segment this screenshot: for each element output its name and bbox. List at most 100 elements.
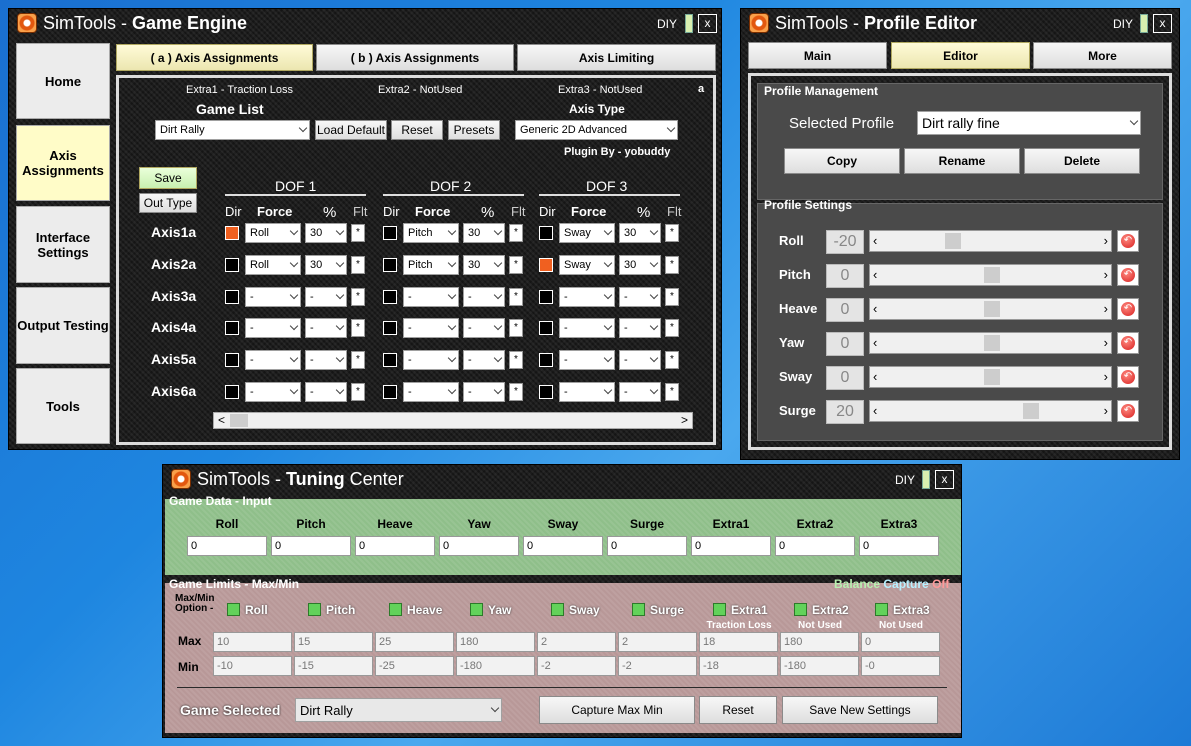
nav-axis-assignments-button[interactable]: Axis Assignments <box>16 125 110 201</box>
direction-checkbox[interactable] <box>383 226 397 240</box>
percent-select[interactable]: 30 <box>463 255 505 275</box>
axis-type-select[interactable]: Generic 2D Advanced <box>515 120 678 140</box>
engine-titlebar[interactable]: SimTools - Game Engine DIY x <box>9 9 721 39</box>
direction-checkbox[interactable] <box>539 226 553 240</box>
max-value-roll[interactable]: 10 <box>213 632 292 652</box>
limit-checkbox-surge[interactable] <box>632 603 645 616</box>
max-value-heave[interactable]: 25 <box>375 632 454 652</box>
min-value-heave[interactable]: -25 <box>375 656 454 676</box>
slider-reset-button[interactable]: ↶ <box>1117 264 1139 286</box>
scroll-thumb[interactable] <box>230 414 248 427</box>
force-select[interactable]: - <box>245 382 301 402</box>
tab-more[interactable]: More <box>1033 42 1172 69</box>
force-select[interactable]: - <box>403 350 459 370</box>
slider-surge[interactable]: ‹ › <box>869 400 1112 422</box>
tuning-reset-button[interactable]: Reset <box>699 696 777 724</box>
min-value-extra2[interactable]: -180 <box>780 656 859 676</box>
nav-output-testing-button[interactable]: Output Testing <box>16 287 110 364</box>
percent-select[interactable]: - <box>305 350 347 370</box>
out-type-button[interactable]: Out Type <box>139 193 197 213</box>
slider-left-arrow-icon[interactable]: ‹ <box>873 267 877 282</box>
slider-reset-button[interactable]: ↶ <box>1117 400 1139 422</box>
percent-select[interactable]: - <box>619 382 661 402</box>
slider-right-arrow-icon[interactable]: › <box>1104 267 1108 282</box>
filter-button[interactable]: * <box>665 383 679 401</box>
direction-checkbox[interactable] <box>225 353 239 367</box>
filter-button[interactable]: * <box>509 288 523 306</box>
game-list-select[interactable]: Dirt Rally <box>155 120 310 140</box>
copy-button[interactable]: Copy <box>784 148 900 174</box>
filter-button[interactable]: * <box>351 288 365 306</box>
input-value-heave[interactable]: 0 <box>355 536 435 556</box>
limit-checkbox-extra1[interactable] <box>713 603 726 616</box>
max-value-extra3[interactable]: 0 <box>861 632 940 652</box>
direction-checkbox[interactable] <box>383 385 397 399</box>
percent-select[interactable]: - <box>463 287 505 307</box>
max-value-pitch[interactable]: 15 <box>294 632 373 652</box>
slider-sway[interactable]: ‹ › <box>869 366 1112 388</box>
force-select[interactable]: - <box>245 350 301 370</box>
capture-max-min-button[interactable]: Capture Max Min <box>539 696 695 724</box>
direction-checkbox[interactable] <box>225 226 239 240</box>
direction-checkbox[interactable] <box>539 353 553 367</box>
force-select[interactable]: Pitch <box>403 255 459 275</box>
percent-select[interactable]: - <box>619 318 661 338</box>
percent-select[interactable]: 30 <box>305 255 347 275</box>
tab-main[interactable]: Main <box>748 42 887 69</box>
tuning-titlebar[interactable]: SimTools - Tuning Center DIY x <box>163 465 961 493</box>
limit-checkbox-sway[interactable] <box>551 603 564 616</box>
direction-checkbox[interactable] <box>539 385 553 399</box>
slider-yaw[interactable]: ‹ › <box>869 332 1112 354</box>
slider-thumb[interactable] <box>983 335 1000 351</box>
force-select[interactable]: - <box>245 318 301 338</box>
slider-right-arrow-icon[interactable]: › <box>1104 369 1108 384</box>
filter-button[interactable]: * <box>351 319 365 337</box>
force-select[interactable]: - <box>403 382 459 402</box>
percent-select[interactable]: - <box>619 287 661 307</box>
limit-checkbox-yaw[interactable] <box>470 603 483 616</box>
tab-axis-assignments-a[interactable]: ( a ) Axis Assignments <box>116 44 313 71</box>
direction-checkbox[interactable] <box>383 353 397 367</box>
filter-button[interactable]: * <box>351 351 365 369</box>
slider-heave[interactable]: ‹ › <box>869 298 1112 320</box>
slider-right-arrow-icon[interactable]: › <box>1104 301 1108 316</box>
filter-button[interactable]: * <box>509 224 523 242</box>
input-value-yaw[interactable]: 0 <box>439 536 519 556</box>
percent-select[interactable]: - <box>619 350 661 370</box>
slider-left-arrow-icon[interactable]: ‹ <box>873 335 877 350</box>
limit-checkbox-heave[interactable] <box>389 603 402 616</box>
percent-select[interactable]: 30 <box>619 223 661 243</box>
min-value-pitch[interactable]: -15 <box>294 656 373 676</box>
force-select[interactable]: - <box>559 382 615 402</box>
input-value-extra2[interactable]: 0 <box>775 536 855 556</box>
direction-checkbox[interactable] <box>539 321 553 335</box>
tab-axis-assignments-b[interactable]: ( b ) Axis Assignments <box>316 44 514 71</box>
force-select[interactable]: Sway <box>559 223 615 243</box>
profile-titlebar[interactable]: SimTools - Profile Editor DIY x <box>741 9 1179 39</box>
percent-select[interactable]: - <box>463 350 505 370</box>
input-value-sway[interactable]: 0 <box>523 536 603 556</box>
percent-select[interactable]: - <box>463 382 505 402</box>
min-value-roll[interactable]: -10 <box>213 656 292 676</box>
input-value-roll[interactable]: 0 <box>187 536 267 556</box>
delete-button[interactable]: Delete <box>1024 148 1140 174</box>
tab-axis-limiting[interactable]: Axis Limiting <box>517 44 716 71</box>
engine-close-button[interactable]: x <box>698 14 717 33</box>
direction-checkbox[interactable] <box>539 290 553 304</box>
percent-select[interactable]: 30 <box>463 223 505 243</box>
slider-reset-button[interactable]: ↶ <box>1117 298 1139 320</box>
force-select[interactable]: Roll <box>245 255 301 275</box>
filter-button[interactable]: * <box>509 383 523 401</box>
slider-right-arrow-icon[interactable]: › <box>1104 233 1108 248</box>
slider-thumb[interactable] <box>983 267 1000 283</box>
percent-select[interactable]: 30 <box>305 223 347 243</box>
filter-button[interactable]: * <box>665 288 679 306</box>
limit-checkbox-roll[interactable] <box>227 603 240 616</box>
min-value-extra1[interactable]: -18 <box>699 656 778 676</box>
slider-right-arrow-icon[interactable]: › <box>1104 335 1108 350</box>
direction-checkbox[interactable] <box>383 258 397 272</box>
nav-home-button[interactable]: Home <box>16 43 110 119</box>
slider-thumb[interactable] <box>944 233 961 249</box>
input-value-pitch[interactable]: 0 <box>271 536 351 556</box>
force-select[interactable]: - <box>403 287 459 307</box>
